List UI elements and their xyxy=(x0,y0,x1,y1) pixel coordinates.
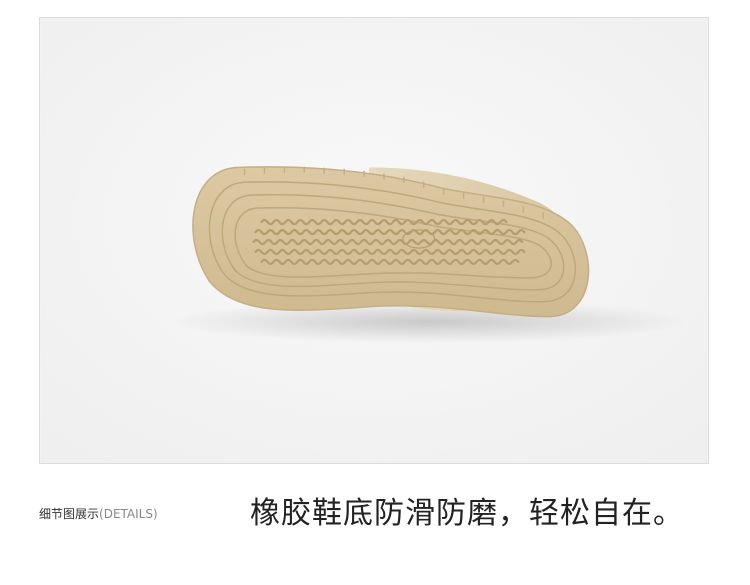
details-label-main: 细节图展示 xyxy=(39,507,100,521)
slipper-sole-image xyxy=(40,18,708,463)
product-photo xyxy=(39,17,709,464)
details-label-sub: (DETAILS) xyxy=(99,507,158,521)
details-label: 细节图展示(DETAILS) xyxy=(39,505,158,522)
feature-headline: 橡胶鞋底防滑防磨，轻松自在。 xyxy=(250,496,684,531)
